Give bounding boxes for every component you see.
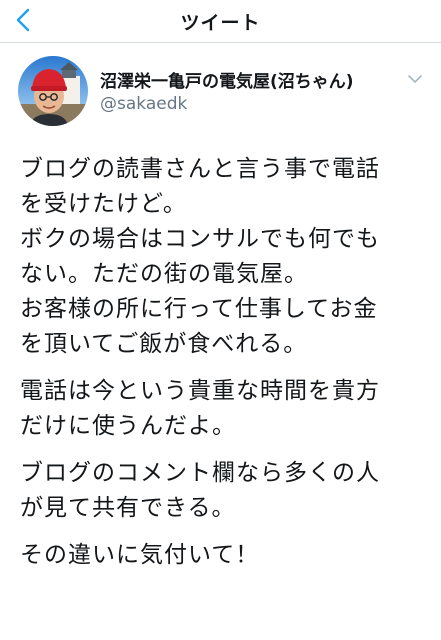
tweet-line: その違いに気付いて！ xyxy=(20,542,260,568)
tweet-text: ブログの読書さんと言う事で電話 を受けたけど。 ボクの場合はコンサルでも何でも … xyxy=(20,152,430,585)
avatar-photo xyxy=(18,56,88,126)
tweet-line: 電話は今という貴重な時間を貴方 xyxy=(20,378,380,404)
tweet-line: ブログのコメント欄なら多くの人 xyxy=(20,460,380,486)
chevron-down-icon xyxy=(408,74,422,83)
tweet-paragraph: 電話は今という貴重な時間を貴方 だけに使うんだよ。 xyxy=(20,374,430,444)
tweet-line: お客様の所に行って仕事してお金 xyxy=(20,296,378,322)
navigation-bar: ツイート xyxy=(0,0,441,43)
author-handle[interactable]: @sakaedk xyxy=(100,94,187,114)
tweet-line: ボクの場合はコンサルでも何でも xyxy=(20,226,380,252)
avatar[interactable] xyxy=(18,56,88,126)
tweet-paragraph: その違いに気付いて！ xyxy=(20,538,430,573)
tweet-paragraph: ブログの読書さんと言う事で電話 を受けたけど。 ボクの場合はコンサルでも何でも … xyxy=(20,152,430,362)
tweet-line: ない。ただの街の電気屋。 xyxy=(20,261,308,287)
tweet-line: を頂いてご飯が食べれる。 xyxy=(20,331,308,357)
tweet-options-button[interactable] xyxy=(404,68,426,90)
tweet-line: を受けたけど。 xyxy=(20,191,187,217)
tweet-author: 沼澤栄一亀戸の電気屋(沼ちゃん) @sakaedk xyxy=(18,56,428,128)
page-title: ツイート xyxy=(180,12,261,34)
tweet-line: ブログの読書さんと言う事で電話 xyxy=(20,156,380,182)
tweet-paragraph: ブログのコメント欄なら多くの人 が見て共有できる。 xyxy=(20,456,430,526)
tweet-line: だけに使うんだよ。 xyxy=(20,413,236,439)
tweet-line: が見て共有できる。 xyxy=(20,495,236,521)
author-display-name[interactable]: 沼澤栄一亀戸の電気屋(沼ちゃん) xyxy=(100,67,354,92)
